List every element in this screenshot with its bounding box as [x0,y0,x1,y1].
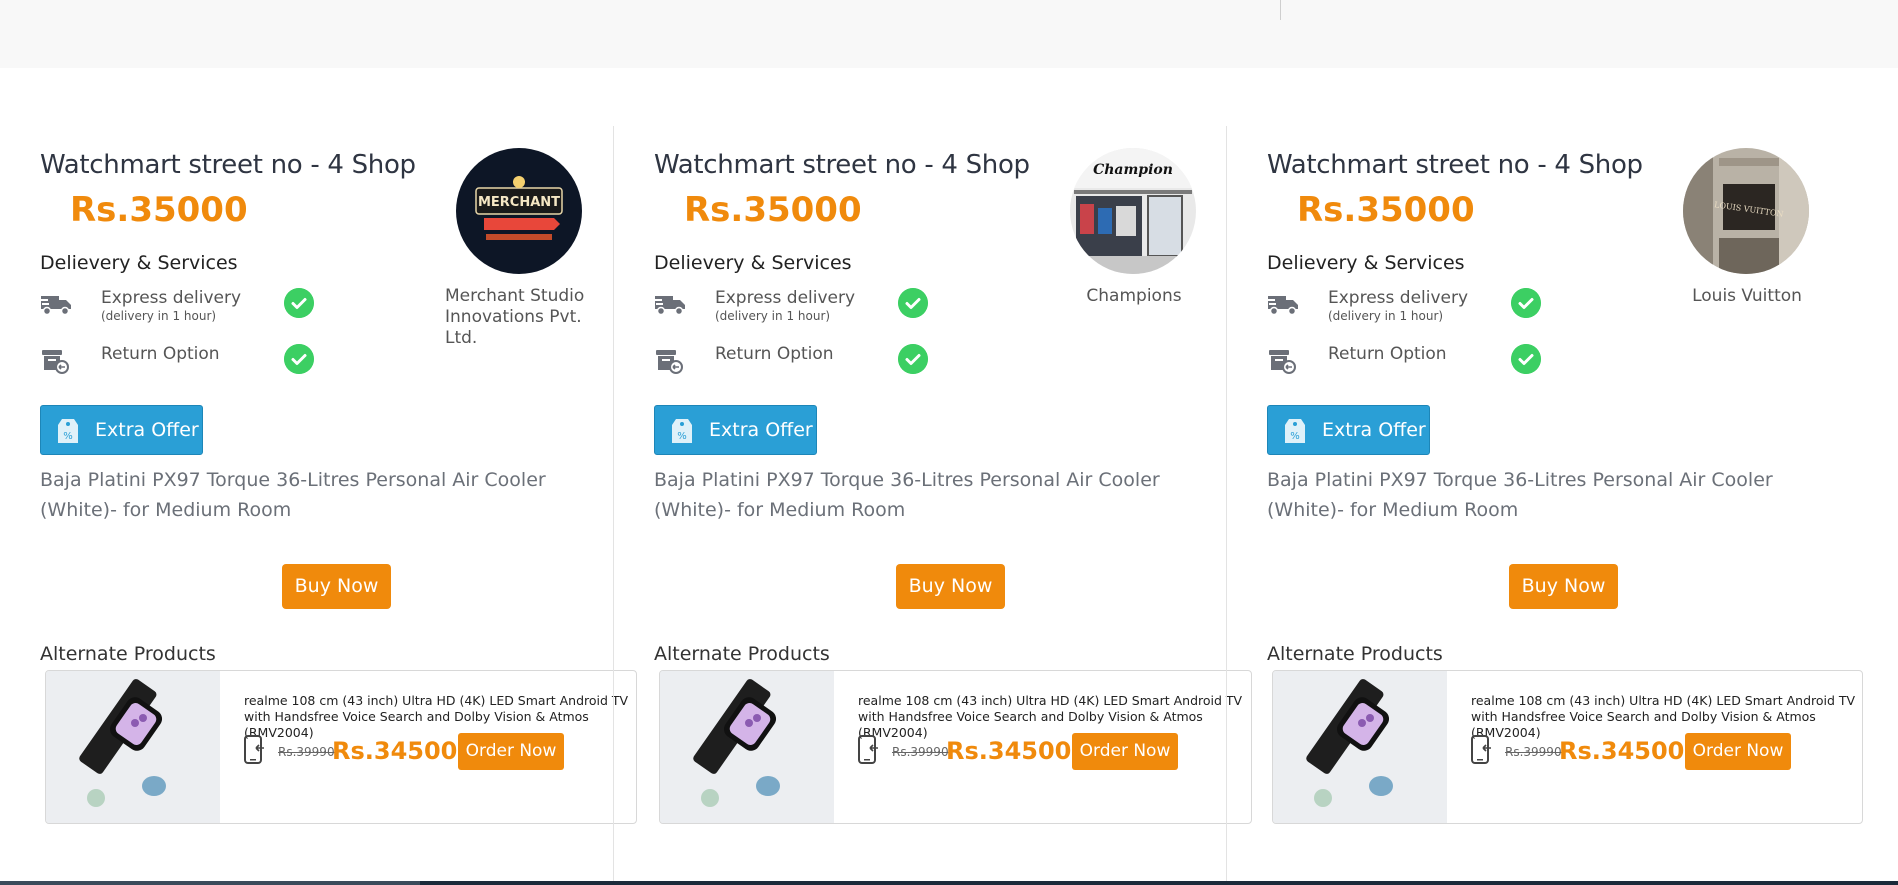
shop-title: Watchmart street no - 4 Shop [654,150,1030,180]
phone-icon [858,735,878,764]
extra-offer-button[interactable]: % Extra Offer [40,405,203,455]
order-now-button[interactable]: Order Now [458,733,564,770]
order-now-button[interactable]: Order Now [1072,733,1178,770]
service-return-option: Return Option [40,340,330,380]
store-name[interactable]: Louis Vuitton [1677,286,1817,307]
bottom-bar [0,881,1898,885]
shop-card: Watchmart street no - 4 Shop Rs.35000 De… [613,126,1252,885]
alternate-products-title: Alternate Products [654,643,830,665]
product-description: Baja Platini PX97 Torque 36-Litres Perso… [1267,469,1773,521]
store-logo[interactable]: MERCHANT [456,148,582,274]
svg-text:%: % [1290,431,1300,442]
old-price: Rs.39990 [278,745,335,759]
product-image [46,671,220,823]
return-box-icon [1269,350,1296,374]
product-description: Baja Platini PX97 Torque 36-Litres Perso… [654,469,1160,521]
svg-text:%: % [677,431,687,442]
service-label: Return Option [715,344,834,364]
return-box-icon [42,350,69,374]
extra-offer-label: Extra Offer [709,419,813,441]
service-label: Return Option [101,344,220,364]
alternate-products-title: Alternate Products [40,643,216,665]
discount-tag-icon: % [1285,419,1305,443]
shop-title: Watchmart street no - 4 Shop [40,150,416,180]
new-price: Rs.34500 [1559,737,1685,765]
service-label: Return Option [1328,344,1447,364]
shop-card: Watchmart street no - 4 Shop Rs.35000 De… [0,126,637,885]
services-title: Delievery & Services [40,252,238,274]
store-logo[interactable]: Champion [1070,148,1196,274]
alternate-product-name[interactable]: realme 108 cm (43 inch) Ultra HD (4K) LE… [858,693,1248,741]
phone-icon [1471,735,1491,764]
shop-comparison: Watchmart street no - 4 Shop Rs.35000 De… [0,126,1898,885]
alternate-product-card[interactable]: realme 108 cm (43 inch) Ultra HD (4K) LE… [1272,670,1863,824]
old-price: Rs.39990 [1505,745,1562,759]
service-express-delivery: Express delivery (delivery in 1 hour) [1267,284,1557,324]
product-description: Baja Platini PX97 Torque 36-Litres Perso… [40,469,546,521]
return-box-icon [656,350,683,374]
bottom-bar-segment [0,881,420,885]
top-bar [0,0,1898,68]
order-now-button[interactable]: Order Now [1685,733,1791,770]
service-return-option: Return Option [654,340,944,380]
new-price: Rs.34500 [946,737,1072,765]
alternate-product-name[interactable]: realme 108 cm (43 inch) Ultra HD (4K) LE… [1471,693,1861,741]
buy-now-button[interactable]: Buy Now [1509,564,1618,609]
truck-icon [40,296,71,316]
services-title: Delievery & Services [1267,252,1465,274]
svg-text:%: % [63,431,73,442]
store-logo[interactable]: LOUIS VUITTON [1683,148,1809,274]
new-price: Rs.34500 [332,737,458,765]
product-image [1273,671,1447,823]
service-sublabel: (delivery in 1 hour) [101,309,217,323]
shop-price: Rs.35000 [684,190,862,230]
merchant-neon-sign-image: MERCHANT [456,148,582,274]
truck-icon [1267,296,1298,316]
service-label: Express delivery [1328,288,1469,308]
shop-price: Rs.35000 [70,190,248,230]
phone-icon [244,735,264,764]
truck-icon [654,296,685,316]
service-label: Express delivery [715,288,856,308]
service-express-delivery: Express delivery (delivery in 1 hour) [40,284,330,324]
discount-tag-icon: % [58,419,78,443]
services-title: Delievery & Services [654,252,852,274]
extra-offer-label: Extra Offer [1322,419,1426,441]
service-express-delivery: Express delivery (delivery in 1 hour) [654,284,944,324]
check-icon [284,288,314,318]
shop-card: Watchmart street no - 4 Shop Rs.35000 De… [1226,126,1863,885]
check-icon [1511,344,1541,374]
extra-offer-button[interactable]: % Extra Offer [654,405,817,455]
check-icon [284,344,314,374]
top-bar-divider [1280,0,1281,20]
old-price: Rs.39990 [892,745,949,759]
store-name[interactable]: Champions [1064,286,1204,307]
service-sublabel: (delivery in 1 hour) [715,309,831,323]
check-icon [898,288,928,318]
buy-now-button[interactable]: Buy Now [282,564,391,609]
shop-title: Watchmart street no - 4 Shop [1267,150,1643,180]
service-label: Express delivery [101,288,242,308]
check-icon [1511,288,1541,318]
extra-offer-button[interactable]: % Extra Offer [1267,405,1430,455]
louis-vuitton-storefront-image: LOUIS VUITTON [1683,148,1809,274]
svg-text:Champion: Champion [1093,162,1173,178]
service-return-option: Return Option [1267,340,1557,380]
check-icon [898,344,928,374]
alternate-product-card[interactable]: realme 108 cm (43 inch) Ultra HD (4K) LE… [659,670,1252,824]
shop-price: Rs.35000 [1297,190,1475,230]
alternate-products-title: Alternate Products [1267,643,1443,665]
product-image [660,671,834,823]
buy-now-button[interactable]: Buy Now [896,564,1005,609]
extra-offer-label: Extra Offer [95,419,199,441]
svg-text:MERCHANT: MERCHANT [478,195,560,210]
discount-tag-icon: % [672,419,692,443]
service-sublabel: (delivery in 1 hour) [1328,309,1444,323]
alternate-product-card[interactable]: realme 108 cm (43 inch) Ultra HD (4K) LE… [45,670,637,824]
store-name[interactable]: Merchant Studio Innovations Pvt. Ltd. [445,286,605,349]
champion-storefront-image: Champion [1070,148,1196,274]
alternate-product-name[interactable]: realme 108 cm (43 inch) Ultra HD (4K) LE… [244,693,634,741]
